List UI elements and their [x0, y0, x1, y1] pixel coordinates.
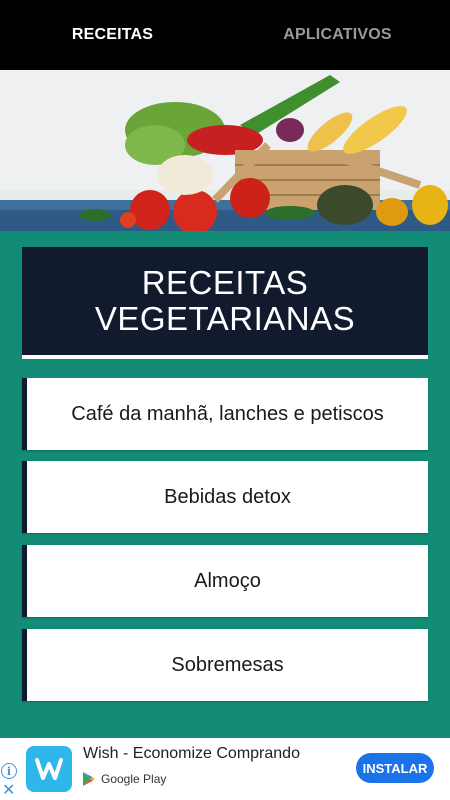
menu-item-sobremesas[interactable]: Sobremesas	[22, 629, 428, 701]
install-button[interactable]: INSTALAR	[356, 753, 434, 783]
tab-bar: RECEITAS APLICATIVOS	[0, 0, 450, 70]
tab-aplicativos[interactable]: APLICATIVOS	[225, 0, 450, 70]
google-play-icon	[83, 772, 95, 786]
hero-image	[0, 70, 450, 231]
menu-item-bebidas[interactable]: Bebidas detox	[22, 461, 428, 533]
menu-item-label: Bebidas detox	[164, 485, 291, 508]
ad-store: Google Play	[83, 772, 166, 786]
menu-item-almoco[interactable]: Almoço	[22, 545, 428, 617]
info-icon[interactable]: i	[1, 763, 17, 779]
menu-item-label: Sobremesas	[171, 653, 284, 676]
wish-logo	[26, 746, 72, 792]
menu-item-label: Almoço	[194, 569, 261, 592]
close-icon[interactable]: ✕	[2, 782, 15, 798]
page-title: RECEITAS VEGETARIANAS	[94, 264, 356, 337]
ad-store-label: Google Play	[101, 772, 167, 786]
page-title-banner: RECEITAS VEGETARIANAS	[22, 247, 428, 359]
menu-item-cafe[interactable]: Café da manhã, lanches e petiscos	[22, 378, 428, 450]
menu-item-label: Café da manhã, lanches e petiscos	[71, 402, 384, 425]
ad-title: Wish - Economize Comprando	[83, 745, 300, 762]
tab-receitas[interactable]: RECEITAS	[0, 0, 225, 70]
